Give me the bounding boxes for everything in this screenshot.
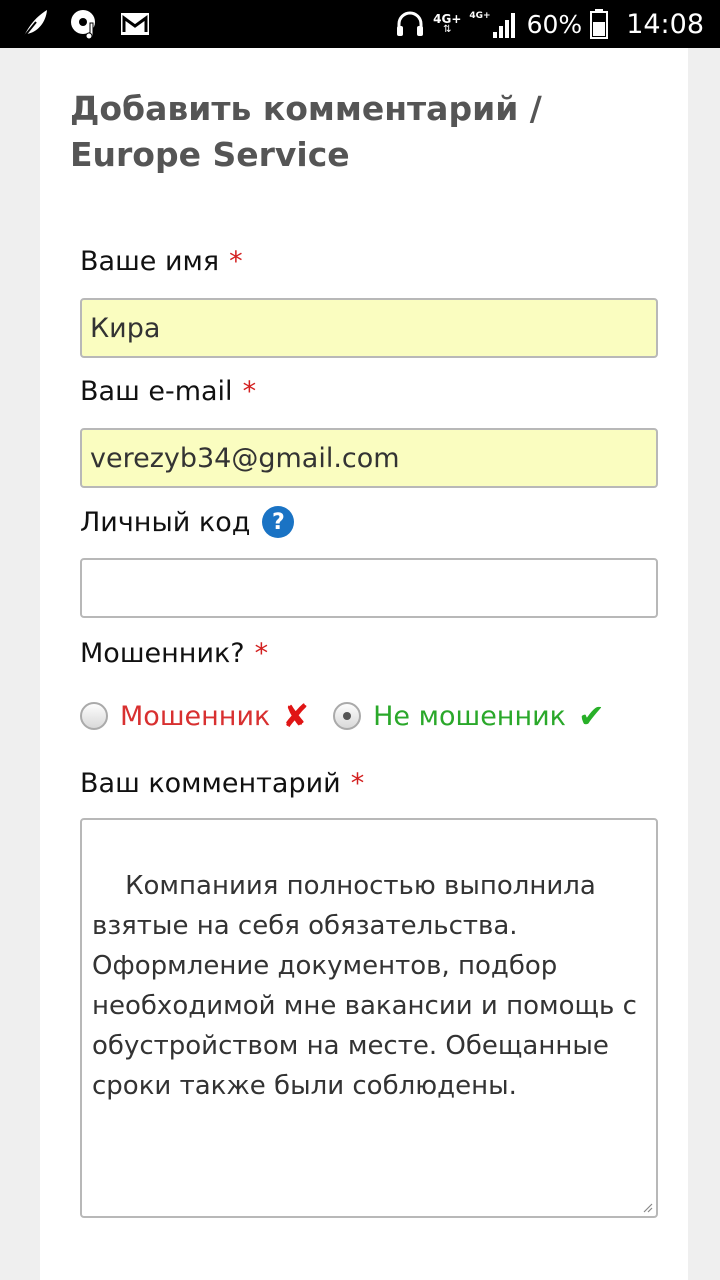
cross-icon: ✘ <box>282 697 310 735</box>
comment-form-card: Добавить комментарий / Europe Service Ва… <box>40 48 688 1280</box>
email-label-text: Ваш e-mail <box>80 376 233 407</box>
comment-text: Компаниия полностью выполнила взятые на … <box>92 871 646 1101</box>
required-mark: * <box>242 376 257 407</box>
status-bar: 4G+ ⇅ 4G+ 60% 14:08 <box>0 0 720 48</box>
not-fraud-radio[interactable] <box>333 702 362 730</box>
headphones-icon <box>397 11 424 36</box>
feather-icon <box>22 10 47 39</box>
help-icon[interactable]: ? <box>262 506 295 538</box>
email-label: Ваш e-mail * <box>80 376 256 407</box>
comment-label-text: Ваш комментарий <box>80 768 341 799</box>
name-label: Ваше имя * <box>80 246 243 277</box>
required-mark: * <box>254 638 269 669</box>
email-input[interactable]: verezyb34@gmail.com <box>80 428 658 488</box>
fraud-option-label[interactable]: Мошенник <box>120 701 270 732</box>
fraud-radio[interactable] <box>80 702 108 730</box>
required-mark: * <box>350 768 365 799</box>
fraud-radio-group: Мошенник ✘ Не мошенник ✔ <box>80 692 660 740</box>
fraud-question-text: Мошенник? <box>80 638 245 669</box>
personal-code-input[interactable] <box>80 558 658 618</box>
comment-textarea[interactable]: Компаниия полностью выполнила взятые на … <box>80 818 658 1218</box>
required-mark: * <box>229 246 243 277</box>
personal-code-label-text: Личный код <box>80 506 251 538</box>
network-type-2: 4G+ <box>469 11 491 21</box>
check-icon: ✔ <box>577 697 605 735</box>
fraud-question-label: Мошенник? * <box>80 638 268 669</box>
music-disc-icon <box>71 10 95 39</box>
signal-icon <box>492 13 515 38</box>
name-input[interactable]: Кира <box>80 298 658 358</box>
form-title: Добавить комментарий / Europe Service <box>70 89 542 174</box>
resize-grip-icon[interactable] <box>641 1201 653 1213</box>
name-label-text: Ваше имя <box>80 246 220 277</box>
personal-code-label: Личный код ? <box>80 506 295 538</box>
battery-icon <box>590 9 609 39</box>
comment-label: Ваш комментарий * <box>80 768 364 799</box>
gmail-icon <box>121 13 149 35</box>
not-fraud-option-label[interactable]: Не мошенник <box>373 701 566 732</box>
battery-percent: 60% <box>526 9 583 39</box>
clock: 14:08 <box>626 8 704 40</box>
